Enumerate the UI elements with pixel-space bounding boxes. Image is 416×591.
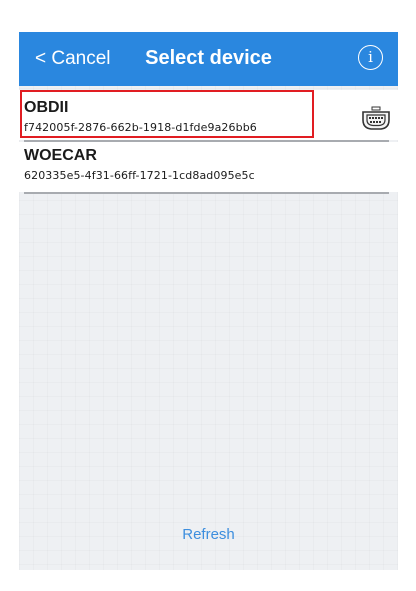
app-screen: < Cancel Select device i OBDII f742005f-… <box>19 32 398 570</box>
obd-connector-icon <box>362 106 390 130</box>
row-divider <box>24 192 389 194</box>
device-id: 620335e5-4f31-66ff-1721-1cd8ad095e5c <box>24 169 255 182</box>
device-row-obdii[interactable]: OBDII f742005f-2876-662b-1918-d1fde9a26b… <box>19 90 398 142</box>
device-row-woecar[interactable]: WOECAR 620335e5-4f31-66ff-1721-1cd8ad095… <box>19 142 398 194</box>
info-icon[interactable]: i <box>358 45 383 70</box>
device-name: OBDII <box>24 99 69 116</box>
cancel-button[interactable]: < Cancel <box>35 47 111 71</box>
device-name: WOECAR <box>24 147 97 164</box>
device-id: f742005f-2876-662b-1918-d1fde9a26bb6 <box>24 121 257 134</box>
refresh-button[interactable]: Refresh <box>19 526 398 543</box>
nav-header: < Cancel Select device i <box>19 32 398 86</box>
